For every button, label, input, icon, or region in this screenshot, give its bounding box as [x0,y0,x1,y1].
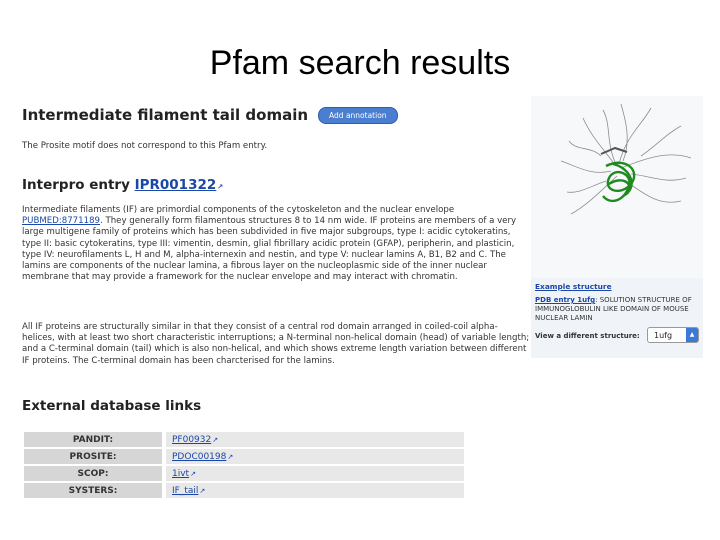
pubmed-link[interactable]: PUBMED:8771189 [22,216,100,226]
add-annotation-button[interactable]: Add annotation [318,106,398,124]
pdb-entry-link[interactable]: PDB entry 1ufg [535,296,595,304]
prosite-note: The Prosite motif does not correspond to… [22,141,268,151]
structure-select-value: 1ufg [654,331,673,340]
interpro-description: Intermediate filaments (IF) are primordi… [22,205,530,283]
domain-title: Intermediate filament tail domain [22,106,309,124]
external-link-icon: ↗ [212,435,219,444]
db-name: PANDIT: [24,432,166,447]
scop-link[interactable]: 1ivt [172,469,189,479]
dropdown-arrow-icon: ▲ [686,328,698,342]
pandit-link[interactable]: PF00932 [172,435,211,445]
db-name: SCOP: [24,466,166,481]
example-structure-label: Example structure [535,282,612,291]
external-link-icon: ↗ [217,183,224,191]
domain-header: Intermediate filament tail domain Add an… [22,104,528,126]
protein-structure-image[interactable] [531,96,703,278]
interpro-link[interactable]: IPR001322 [135,177,217,193]
db-name: PROSITE: [24,449,166,464]
structure-panel: Example structure PDB entry 1ufg: SOLUTI… [531,96,703,358]
external-link-icon: ↗ [227,452,234,461]
table-row: PANDIT: PF00932↗ [24,432,464,447]
systers-link[interactable]: IF_tail [172,486,198,496]
para1-start: Intermediate filaments (IF) are primordi… [22,205,455,215]
db-value-cell: PDOC00198↗ [166,449,464,464]
db-value-cell: IF_tail↗ [166,483,464,498]
external-links-heading: External database links [22,398,202,414]
structure-select[interactable]: 1ufg ▲ [647,327,699,343]
pdb-description: PDB entry 1ufg: SOLUTION STRUCTURE OF IM… [535,296,700,323]
interpro-heading: Interpro entry IPR001322↗ [22,177,223,193]
db-name: SYSTERS: [24,483,166,498]
slide-title: Pfam search results [209,44,511,82]
table-row: SCOP: 1ivt↗ [24,466,464,481]
prosite-link[interactable]: PDOC00198 [172,452,226,462]
external-link-icon: ↗ [199,486,206,495]
external-link-icon: ↗ [190,469,196,478]
db-value-cell: 1ivt↗ [166,466,464,481]
table-row: SYSTERS: IF_tail↗ [24,483,464,498]
view-structure-label: View a different structure: [535,332,640,340]
table-row: PROSITE: PDOC00198↗ [24,449,464,464]
interpro-description-2: All IF proteins are structurally similar… [22,322,530,366]
interpro-label: Interpro entry [22,177,130,193]
external-links-table: PANDIT: PF00932↗ PROSITE: PDOC00198↗ SCO… [24,430,464,500]
db-value-cell: PF00932↗ [166,432,464,447]
